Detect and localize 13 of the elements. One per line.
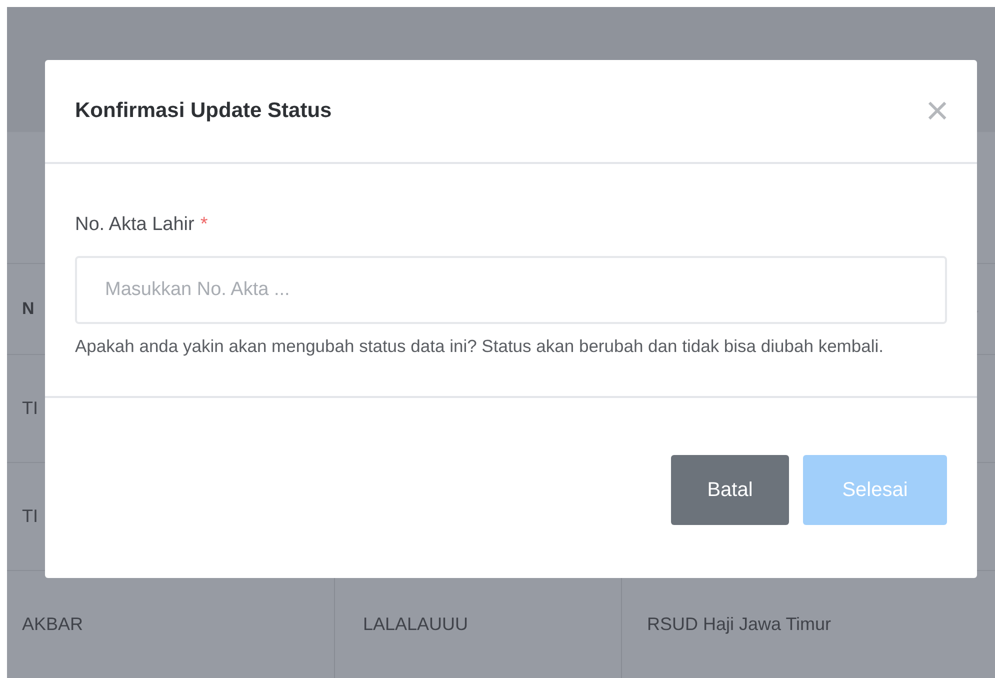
table-cell: AKBAR: [22, 614, 84, 635]
dialog-title: Konfirmasi Update Status: [75, 99, 332, 123]
table-cell: TI: [22, 506, 38, 527]
message-text: Apakah anda yakin akan mengubah status data ini? Status akan berubah dan tidak bisa diubah kembali.: [75, 335, 884, 358]
table-cell: TI: [22, 398, 38, 419]
close-button[interactable]: ×: [926, 91, 949, 131]
required-mark: *: [200, 214, 208, 236]
cancel-button[interactable]: Batal: [671, 455, 789, 525]
input-field[interactable]: Masukkan No. Akta ...: [75, 256, 947, 324]
table-cell: RSUD Haji Jawa Timur: [647, 614, 832, 635]
field-label: No. Akta Lahir: [75, 214, 194, 236]
table-cell: LALALAUUU: [363, 614, 468, 635]
column-header: N: [22, 298, 34, 319]
